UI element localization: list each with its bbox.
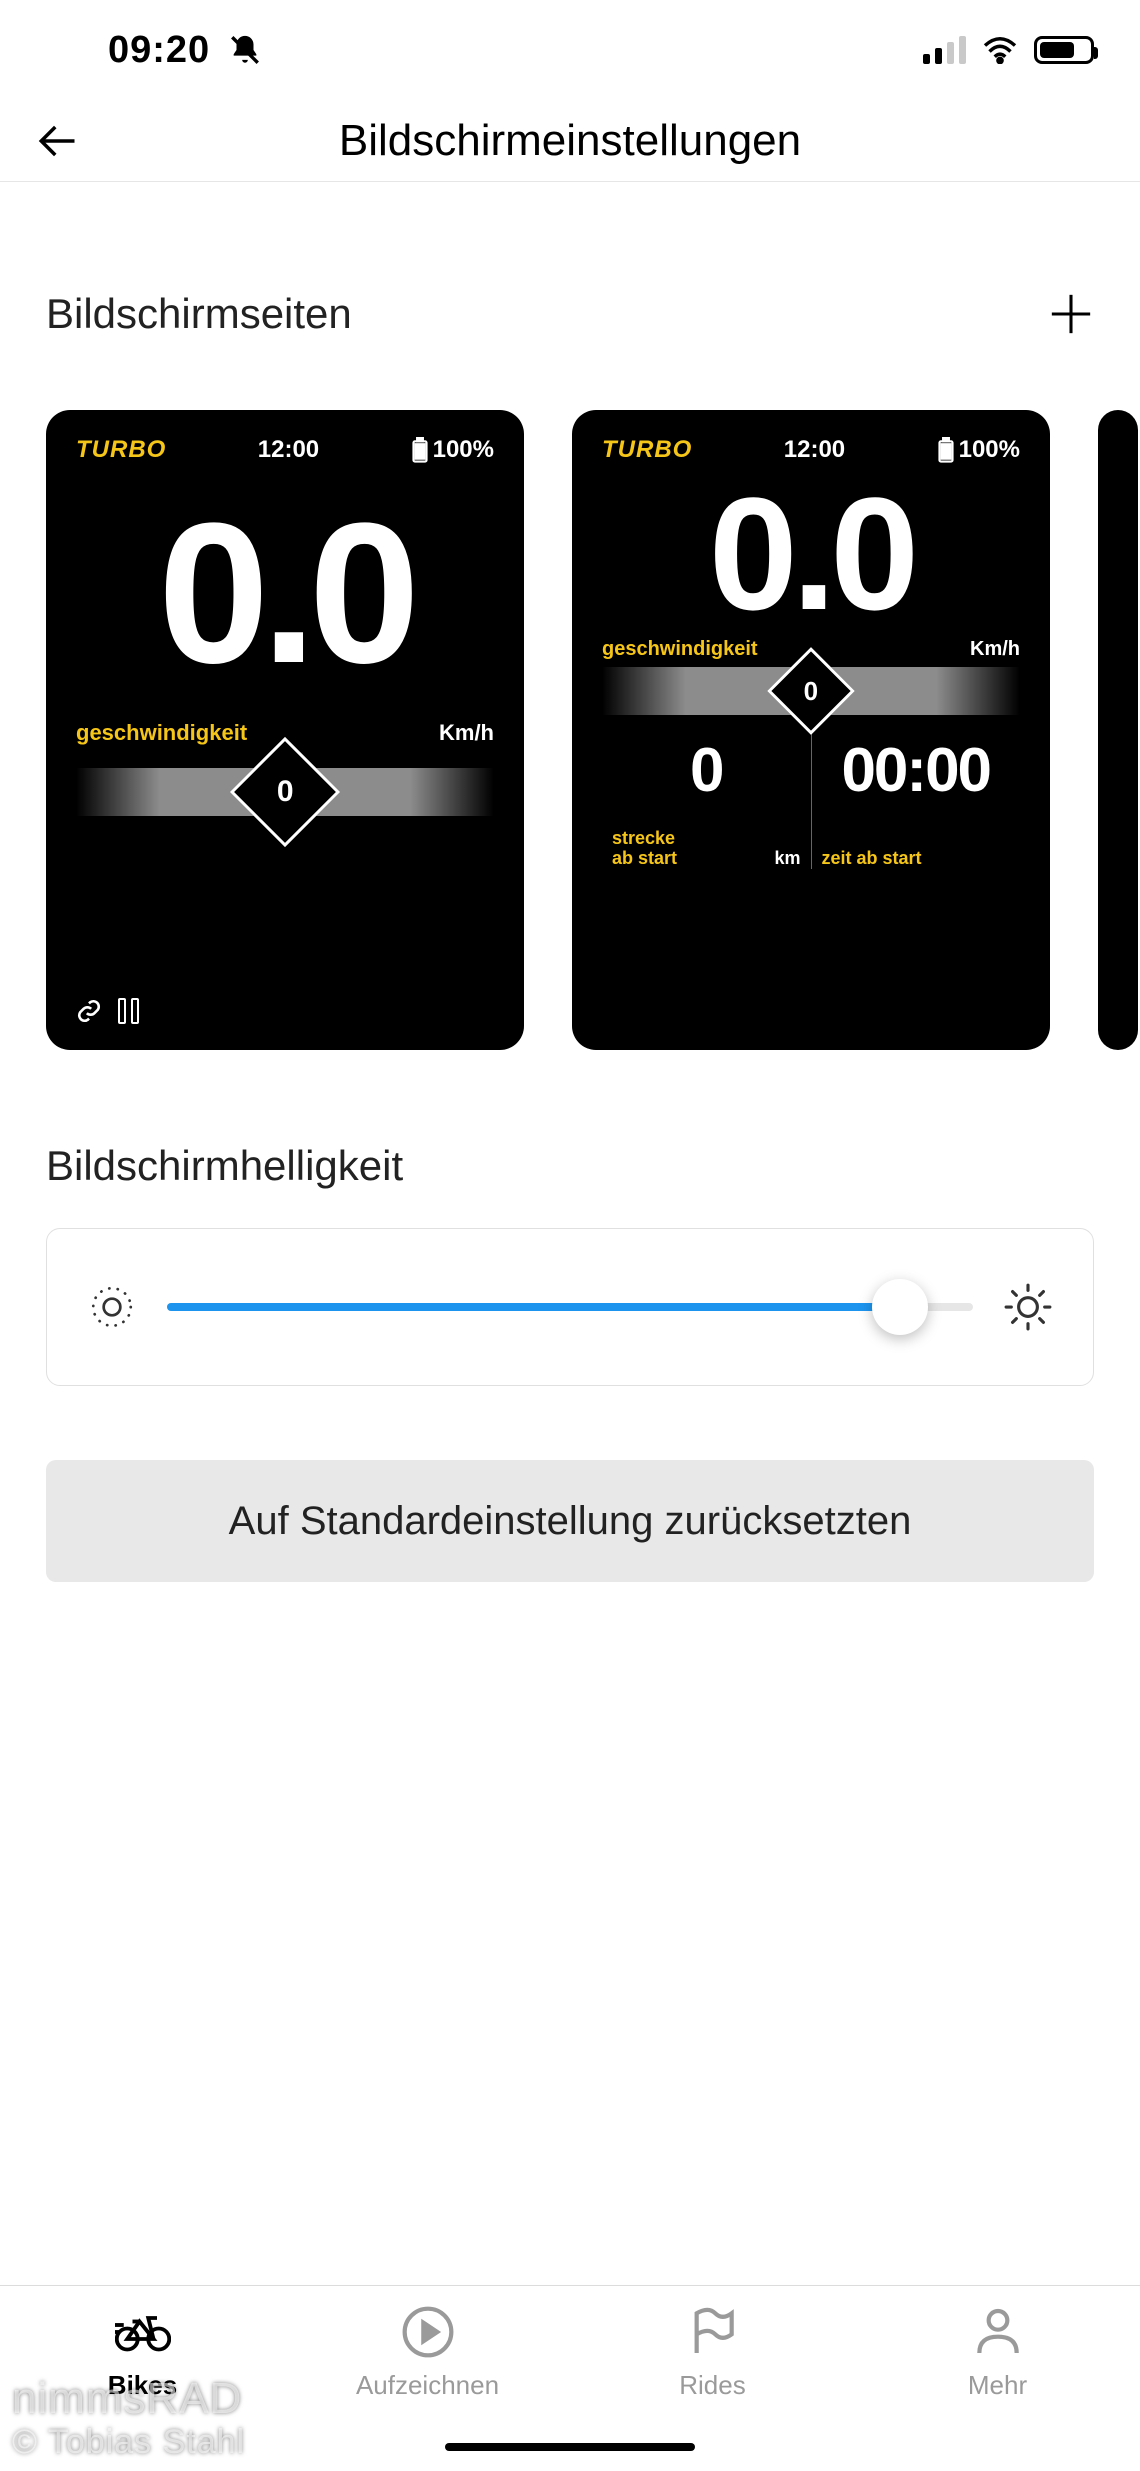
brightness-high-icon — [1003, 1282, 1053, 1332]
speed-unit: Km/h — [439, 720, 494, 746]
display-page-card[interactable]: TURBO 12:00 100% 0.0 geschwindigkeit Km/… — [46, 410, 524, 1050]
reset-defaults-button[interactable]: Auf Standardeinstellung zurücksetzten — [46, 1460, 1094, 1582]
slider-thumb[interactable] — [872, 1279, 928, 1335]
bike-icon — [115, 2304, 171, 2360]
time-field: 00:00 zeit ab start — [811, 729, 1021, 869]
tab-label: Rides — [679, 2370, 745, 2401]
cellular-icon — [923, 36, 966, 64]
status-bar: 09:20 — [0, 0, 1140, 100]
tab-label: Aufzeichnen — [356, 2370, 499, 2401]
status-time: 09:20 — [108, 29, 210, 72]
home-indicator[interactable] — [445, 2443, 695, 2451]
display-pages-section-header: Bildschirmseiten — [0, 182, 1140, 338]
display-pages-scroller[interactable]: TURBO 12:00 100% 0.0 geschwindigkeit Km/… — [0, 338, 1140, 1050]
power-gauge: 0 — [76, 764, 494, 820]
wifi-icon — [982, 36, 1018, 64]
display-pages-title: Bildschirmseiten — [46, 290, 352, 338]
flag-icon — [685, 2304, 741, 2360]
distance-field: 0 streckeab start km — [602, 729, 811, 869]
mode-label: TURBO — [76, 436, 166, 464]
battery-icon — [1034, 36, 1094, 64]
card-battery: 100% — [411, 436, 494, 464]
mode-label: TURBO — [602, 436, 692, 464]
card-clock: 12:00 — [258, 436, 319, 464]
tab-more[interactable]: Mehr — [855, 2304, 1140, 2471]
person-icon — [970, 2304, 1026, 2360]
silent-icon — [228, 33, 262, 67]
brightness-low-icon — [87, 1282, 137, 1332]
record-icon — [400, 2304, 456, 2360]
watermark: nimmsRAD © Tobias Stahl — [12, 2375, 245, 2461]
pause-icon — [118, 998, 139, 1024]
brightness-slider[interactable] — [167, 1282, 973, 1332]
display-page-card[interactable]: TURBO 12:00 100% 0.0 geschwindigkeit Km/… — [572, 410, 1050, 1050]
card-clock: 12:00 — [784, 436, 845, 464]
brightness-title: Bildschirmhelligkeit — [46, 1142, 1094, 1190]
speed-label: geschwindigkeit — [602, 638, 758, 661]
link-icon — [76, 998, 102, 1024]
speed-value: 0.0 — [76, 504, 494, 684]
power-gauge: 0 — [602, 667, 1020, 715]
speed-label: geschwindigkeit — [76, 720, 247, 746]
speed-unit: Km/h — [970, 638, 1020, 661]
app-header: Bildschirmeinstellungen — [0, 100, 1140, 182]
speed-value: 0.0 — [602, 482, 1020, 626]
brightness-control — [46, 1228, 1094, 1386]
card-battery: 100% — [937, 436, 1020, 464]
display-page-card-peek[interactable] — [1098, 410, 1138, 1050]
tab-label: Mehr — [968, 2370, 1027, 2401]
arrow-left-icon — [36, 120, 78, 162]
back-button[interactable] — [34, 118, 80, 164]
add-page-button[interactable] — [1048, 291, 1094, 337]
page-title: Bildschirmeinstellungen — [339, 116, 801, 166]
